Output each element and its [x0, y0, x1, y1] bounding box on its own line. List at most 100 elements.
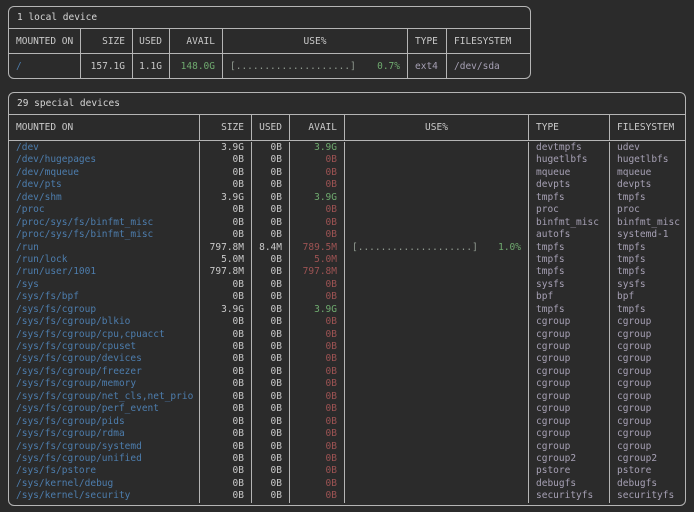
- mounted-on-cell: /: [9, 54, 80, 78]
- size-cell: 0B: [199, 391, 251, 403]
- avail-cell: 0B: [289, 341, 344, 353]
- size-cell: 0B: [199, 154, 251, 166]
- avail-cell: 0B: [289, 490, 344, 502]
- mounted-on-cell: /dev/shm: [9, 192, 199, 204]
- device-row: /sys/fs/cgroup/unified0B0B0Bcgroup2cgrou…: [9, 453, 685, 465]
- mounted-on-cell: /sys/fs/cgroup/rdma: [9, 428, 199, 440]
- column-header-mounted-on: MOUNTED ON: [9, 115, 199, 140]
- mounted-on-cell: /run/user/1001: [9, 266, 199, 278]
- avail-cell: 0B: [289, 416, 344, 428]
- used-cell: 0B: [251, 416, 289, 428]
- filesystem-cell: cgroup2: [609, 453, 685, 465]
- device-row: /sys/fs/cgroup/net_cls,net_prio0B0B0Bcgr…: [9, 391, 685, 403]
- type-cell: pstore: [528, 465, 609, 477]
- device-row: /proc/sys/fs/binfmt_misc0B0B0Bautofssyst…: [9, 229, 685, 241]
- size-cell: 0B: [199, 291, 251, 303]
- filesystem-cell: bpf: [609, 291, 685, 303]
- avail-cell: 3.9G: [289, 304, 344, 316]
- avail-cell: 0B: [289, 291, 344, 303]
- avail-cell: 3.9G: [289, 142, 344, 154]
- used-cell: 1.1G: [132, 54, 169, 78]
- table-body: /dev3.9G0B3.9Gdevtmpfsudev/dev/hugepages…: [9, 141, 685, 505]
- avail-cell: 0B: [289, 316, 344, 328]
- mounted-on-cell: /sys/fs/bpf: [9, 291, 199, 303]
- filesystem-cell: systemd-1: [609, 229, 685, 241]
- size-cell: 0B: [199, 316, 251, 328]
- size-cell: 3.9G: [199, 192, 251, 204]
- device-row: /sys/fs/pstore0B0B0Bpstorepstore: [9, 465, 685, 477]
- mounted-on-cell: /sys/fs/cgroup/freezer: [9, 366, 199, 378]
- filesystem-cell: cgroup: [609, 366, 685, 378]
- filesystem-cell: tmpfs: [609, 242, 685, 254]
- filesystem-cell: hugetlbfs: [609, 154, 685, 166]
- type-cell: tmpfs: [528, 266, 609, 278]
- type-cell: bpf: [528, 291, 609, 303]
- avail-cell: 0B: [289, 403, 344, 415]
- size-cell: 0B: [199, 353, 251, 365]
- usage-cell: [344, 478, 528, 490]
- filesystem-cell: binfmt_misc: [609, 217, 685, 229]
- filesystem-cell: cgroup: [609, 391, 685, 403]
- size-cell: 0B: [199, 441, 251, 453]
- type-cell: cgroup: [528, 391, 609, 403]
- avail-cell: 5.0M: [289, 254, 344, 266]
- usage-percent: 1.0%: [498, 242, 521, 254]
- type-cell: cgroup: [528, 378, 609, 390]
- special-devices-table: 29 special devices MOUNTED ONSIZEUSEDAVA…: [8, 92, 686, 506]
- special-devices-table-title: 29 special devices: [9, 93, 685, 115]
- filesystem-cell: proc: [609, 204, 685, 216]
- type-cell: tmpfs: [528, 304, 609, 316]
- column-header-used: USED: [132, 29, 169, 53]
- type-cell: cgroup: [528, 341, 609, 353]
- avail-cell: 0B: [289, 229, 344, 241]
- size-cell: 0B: [199, 229, 251, 241]
- usage-cell: [344, 229, 528, 241]
- filesystem-cell: /dev/sda: [446, 54, 530, 78]
- usage-cell: [344, 192, 528, 204]
- usage-cell: [344, 428, 528, 440]
- size-cell: 797.8M: [199, 242, 251, 254]
- filesystem-cell: tmpfs: [609, 304, 685, 316]
- used-cell: 0B: [251, 465, 289, 477]
- mounted-on-cell: /sys/fs/cgroup/cpuset: [9, 341, 199, 353]
- column-header-filesystem: FILESYSTEM: [446, 29, 530, 53]
- avail-cell: 0B: [289, 179, 344, 191]
- used-cell: 0B: [251, 490, 289, 502]
- filesystem-cell: cgroup: [609, 378, 685, 390]
- usage-cell: [344, 391, 528, 403]
- size-cell: 0B: [199, 217, 251, 229]
- mounted-on-cell: /sys/fs/cgroup/unified: [9, 453, 199, 465]
- size-cell: 0B: [199, 366, 251, 378]
- mounted-on-cell: /dev: [9, 142, 199, 154]
- device-row: /dev3.9G0B3.9Gdevtmpfsudev: [9, 142, 685, 154]
- avail-cell: 0B: [289, 441, 344, 453]
- used-cell: 0B: [251, 217, 289, 229]
- filesystem-cell: cgroup: [609, 329, 685, 341]
- used-cell: 0B: [251, 192, 289, 204]
- device-row: /sys/fs/cgroup/perf_event0B0B0Bcgroupcgr…: [9, 403, 685, 415]
- size-cell: 0B: [199, 279, 251, 291]
- used-cell: 0B: [251, 316, 289, 328]
- used-cell: 0B: [251, 291, 289, 303]
- mounted-on-cell: /run: [9, 242, 199, 254]
- size-cell: 0B: [199, 403, 251, 415]
- device-row: /run797.8M8.4M789.5M[...................…: [9, 242, 685, 254]
- column-header-avail: AVAIL: [169, 29, 222, 53]
- type-cell: cgroup: [528, 366, 609, 378]
- local-devices-table: 1 local device MOUNTED ONSIZEUSEDAVAILUS…: [8, 6, 531, 79]
- size-cell: 0B: [199, 428, 251, 440]
- mounted-on-cell: /sys: [9, 279, 199, 291]
- filesystem-cell: cgroup: [609, 341, 685, 353]
- filesystem-cell: cgroup: [609, 403, 685, 415]
- filesystem-cell: tmpfs: [609, 266, 685, 278]
- filesystem-cell: udev: [609, 142, 685, 154]
- usage-cell: [344, 217, 528, 229]
- used-cell: 0B: [251, 453, 289, 465]
- avail-cell: 0B: [289, 154, 344, 166]
- used-cell: 0B: [251, 167, 289, 179]
- usage-cell: [344, 353, 528, 365]
- mounted-on-cell: /dev/mqueue: [9, 167, 199, 179]
- device-row: /proc0B0B0Bprocproc: [9, 204, 685, 216]
- usage-cell: [344, 204, 528, 216]
- type-cell: cgroup: [528, 329, 609, 341]
